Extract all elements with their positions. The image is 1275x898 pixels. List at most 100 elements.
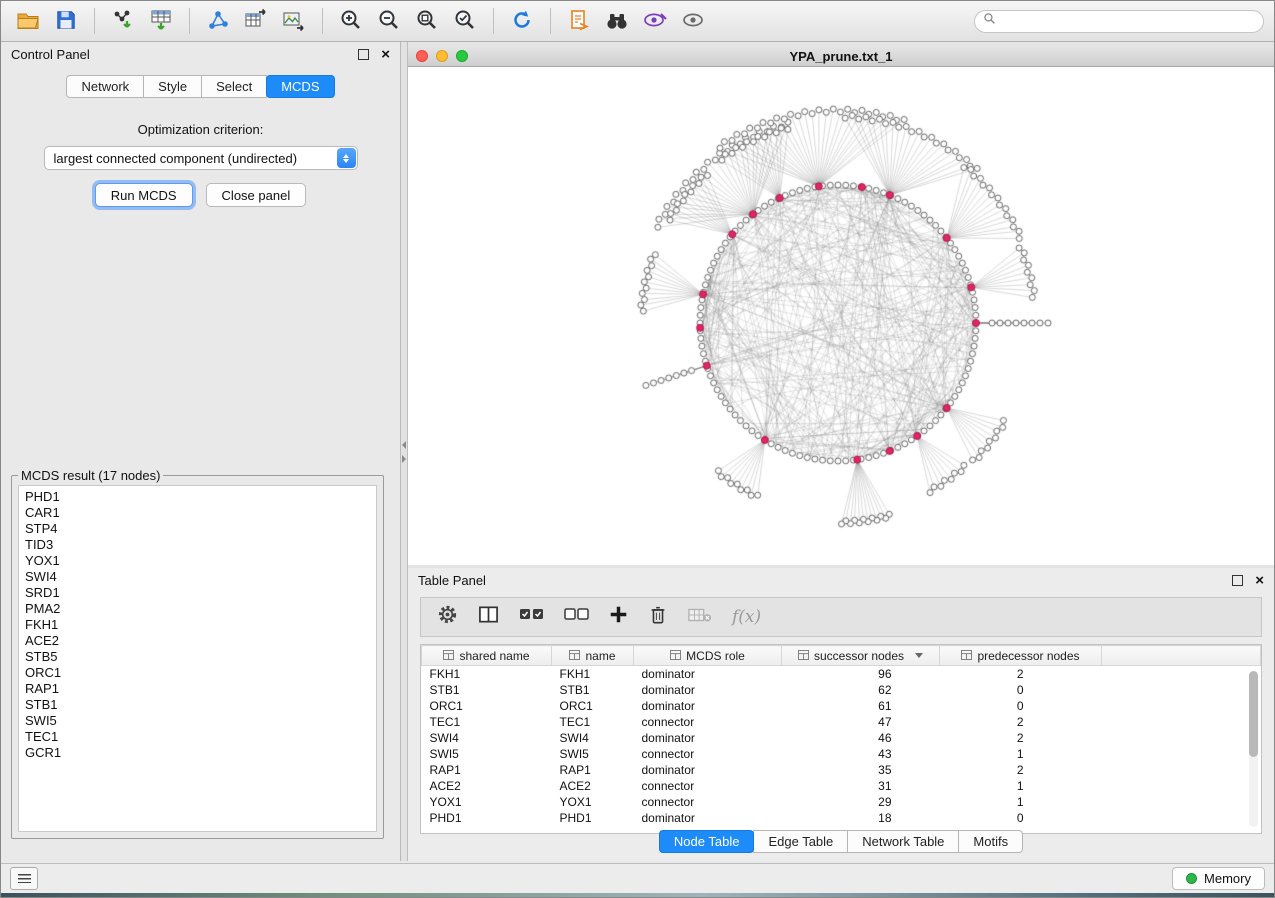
result-item[interactable]: ACE2 xyxy=(25,633,370,649)
result-item[interactable]: SWI4 xyxy=(25,569,370,585)
control-panel-title: Control Panel xyxy=(11,47,90,62)
mcds-result-list[interactable]: PHD1CAR1STP4TID3YOX1SWI4SRD1PMA2FKH1ACE2… xyxy=(18,485,377,832)
export-image-button[interactable] xyxy=(277,5,311,37)
result-item[interactable]: PMA2 xyxy=(25,601,370,617)
table-row[interactable]: SWI5SWI5connector431 xyxy=(422,746,1261,762)
result-item[interactable]: STP4 xyxy=(25,521,370,537)
table-row[interactable]: ORC1ORC1dominator610 xyxy=(422,698,1261,714)
run-mcds-button[interactable]: Run MCDS xyxy=(95,183,193,207)
app-window: Control Panel × Network Style Select MCD… xyxy=(0,0,1275,898)
column-header-mcds-role[interactable]: MCDS role xyxy=(634,646,782,666)
result-item[interactable]: RAP1 xyxy=(25,681,370,697)
export-table-button[interactable] xyxy=(239,5,273,37)
result-item[interactable]: ORC1 xyxy=(25,665,370,681)
node-table-body: FKH1FKH1dominator962STB1STB1dominator620… xyxy=(422,666,1261,827)
vertical-splitter[interactable] xyxy=(401,42,408,861)
mcds-result-box: MCDS result (17 nodes) PHD1CAR1STP4TID3Y… xyxy=(11,468,384,839)
tab-node-table[interactable]: Node Table xyxy=(659,830,755,853)
tab-mcds[interactable]: MCDS xyxy=(266,75,334,98)
search-input[interactable] xyxy=(1001,13,1255,29)
network-window-titlebar[interactable]: YPA_prune.txt_1 xyxy=(408,46,1274,67)
tab-select[interactable]: Select xyxy=(201,75,267,98)
result-item[interactable]: STB5 xyxy=(25,649,370,665)
export-image-icon xyxy=(282,8,306,35)
collapse-left-icon[interactable] xyxy=(402,441,406,449)
close-panel-icon[interactable]: × xyxy=(381,47,390,62)
export-table-icon xyxy=(244,8,268,35)
zoom-selected-button[interactable] xyxy=(448,5,482,37)
chevron-down-icon[interactable] xyxy=(915,653,923,658)
zoom-out-icon xyxy=(377,8,401,35)
share-document-button[interactable] xyxy=(562,5,596,37)
zoom-out-button[interactable] xyxy=(372,5,406,37)
node-table: shared name name MCDS role successor nod… xyxy=(420,644,1262,834)
refresh-icon xyxy=(510,8,534,35)
table-row[interactable]: YOX1YOX1connector291 xyxy=(422,794,1261,810)
result-item[interactable]: YOX1 xyxy=(25,553,370,569)
column-header-name[interactable]: name xyxy=(552,646,634,666)
zoom-in-button[interactable] xyxy=(334,5,368,37)
optimization-criterion-value: largest connected component (undirected) xyxy=(54,151,298,166)
control-panel: Control Panel × Network Style Select MCD… xyxy=(1,42,401,861)
tab-style[interactable]: Style xyxy=(143,75,202,98)
table-panel-tabs: Node Table Edge Table Network Table Moti… xyxy=(408,830,1274,853)
tab-motifs[interactable]: Motifs xyxy=(958,830,1023,853)
show-columns-icon[interactable] xyxy=(478,605,499,629)
tab-network[interactable]: Network xyxy=(66,75,144,98)
table-row[interactable]: RAP1RAP1dominator352 xyxy=(422,762,1261,778)
result-item[interactable]: FKH1 xyxy=(25,617,370,633)
close-panel-button[interactable]: Close panel xyxy=(206,183,307,207)
new-network-button[interactable] xyxy=(201,5,235,37)
deselect-all-columns-icon[interactable] xyxy=(564,606,589,628)
create-column-icon[interactable] xyxy=(609,605,628,629)
save-button[interactable] xyxy=(49,5,83,37)
tab-network-table[interactable]: Network Table xyxy=(847,830,959,853)
import-network-icon xyxy=(111,8,135,35)
table-row[interactable]: FKH1FKH1dominator962 xyxy=(422,666,1261,683)
column-type-icon xyxy=(961,649,972,663)
scrollbar-thumb[interactable] xyxy=(1249,671,1258,757)
result-item[interactable]: TEC1 xyxy=(25,729,370,745)
table-row[interactable]: STB1STB1dominator620 xyxy=(422,682,1261,698)
column-header-shared-name[interactable]: shared name xyxy=(422,646,552,666)
tab-edge-table[interactable]: Edge Table xyxy=(753,830,848,853)
select-all-columns-icon[interactable] xyxy=(519,606,544,628)
save-icon xyxy=(55,9,77,34)
show-hide-button[interactable] xyxy=(676,5,710,37)
result-item[interactable]: STB1 xyxy=(25,697,370,713)
refresh-button[interactable] xyxy=(505,5,539,37)
result-item[interactable]: TID3 xyxy=(25,537,370,553)
console-menu-button[interactable] xyxy=(10,867,38,890)
float-table-panel-icon[interactable] xyxy=(1232,575,1243,586)
toolbar-separator xyxy=(322,8,323,34)
import-network-button[interactable] xyxy=(106,5,140,37)
optimization-criterion-label: Optimization criterion: xyxy=(1,122,400,137)
import-table-button[interactable] xyxy=(144,5,178,37)
table-row[interactable]: ACE2ACE2connector311 xyxy=(422,778,1261,794)
table-row[interactable]: PHD1PHD1dominator180 xyxy=(422,810,1261,826)
result-item[interactable]: GCR1 xyxy=(25,745,370,761)
open-file-button[interactable] xyxy=(11,5,45,37)
result-item[interactable]: CAR1 xyxy=(25,505,370,521)
memory-button[interactable]: Memory xyxy=(1172,867,1265,890)
table-scrollbar[interactable] xyxy=(1249,671,1258,827)
network-canvas[interactable] xyxy=(408,67,1275,565)
search-field[interactable] xyxy=(974,10,1264,33)
share-document-icon xyxy=(567,8,591,35)
table-settings-gear-icon[interactable] xyxy=(437,604,458,630)
close-table-panel-icon[interactable]: × xyxy=(1255,573,1264,588)
table-row[interactable]: SWI4SWI4dominator462 xyxy=(422,730,1261,746)
column-header-predecessor-nodes[interactable]: predecessor nodes xyxy=(940,646,1102,666)
visual-properties-button[interactable] xyxy=(638,5,672,37)
collapse-right-icon[interactable] xyxy=(402,455,406,463)
result-item[interactable]: PHD1 xyxy=(25,489,370,505)
result-item[interactable]: SWI5 xyxy=(25,713,370,729)
search-network-button[interactable] xyxy=(600,5,634,37)
delete-column-icon[interactable] xyxy=(648,604,668,630)
column-header-successor-nodes[interactable]: successor nodes xyxy=(782,646,940,666)
zoom-fit-button[interactable] xyxy=(410,5,444,37)
result-item[interactable]: SRD1 xyxy=(25,585,370,601)
optimization-criterion-select[interactable]: largest connected component (undirected) xyxy=(44,146,358,170)
float-panel-icon[interactable] xyxy=(358,49,369,60)
table-row[interactable]: TEC1TEC1connector472 xyxy=(422,714,1261,730)
